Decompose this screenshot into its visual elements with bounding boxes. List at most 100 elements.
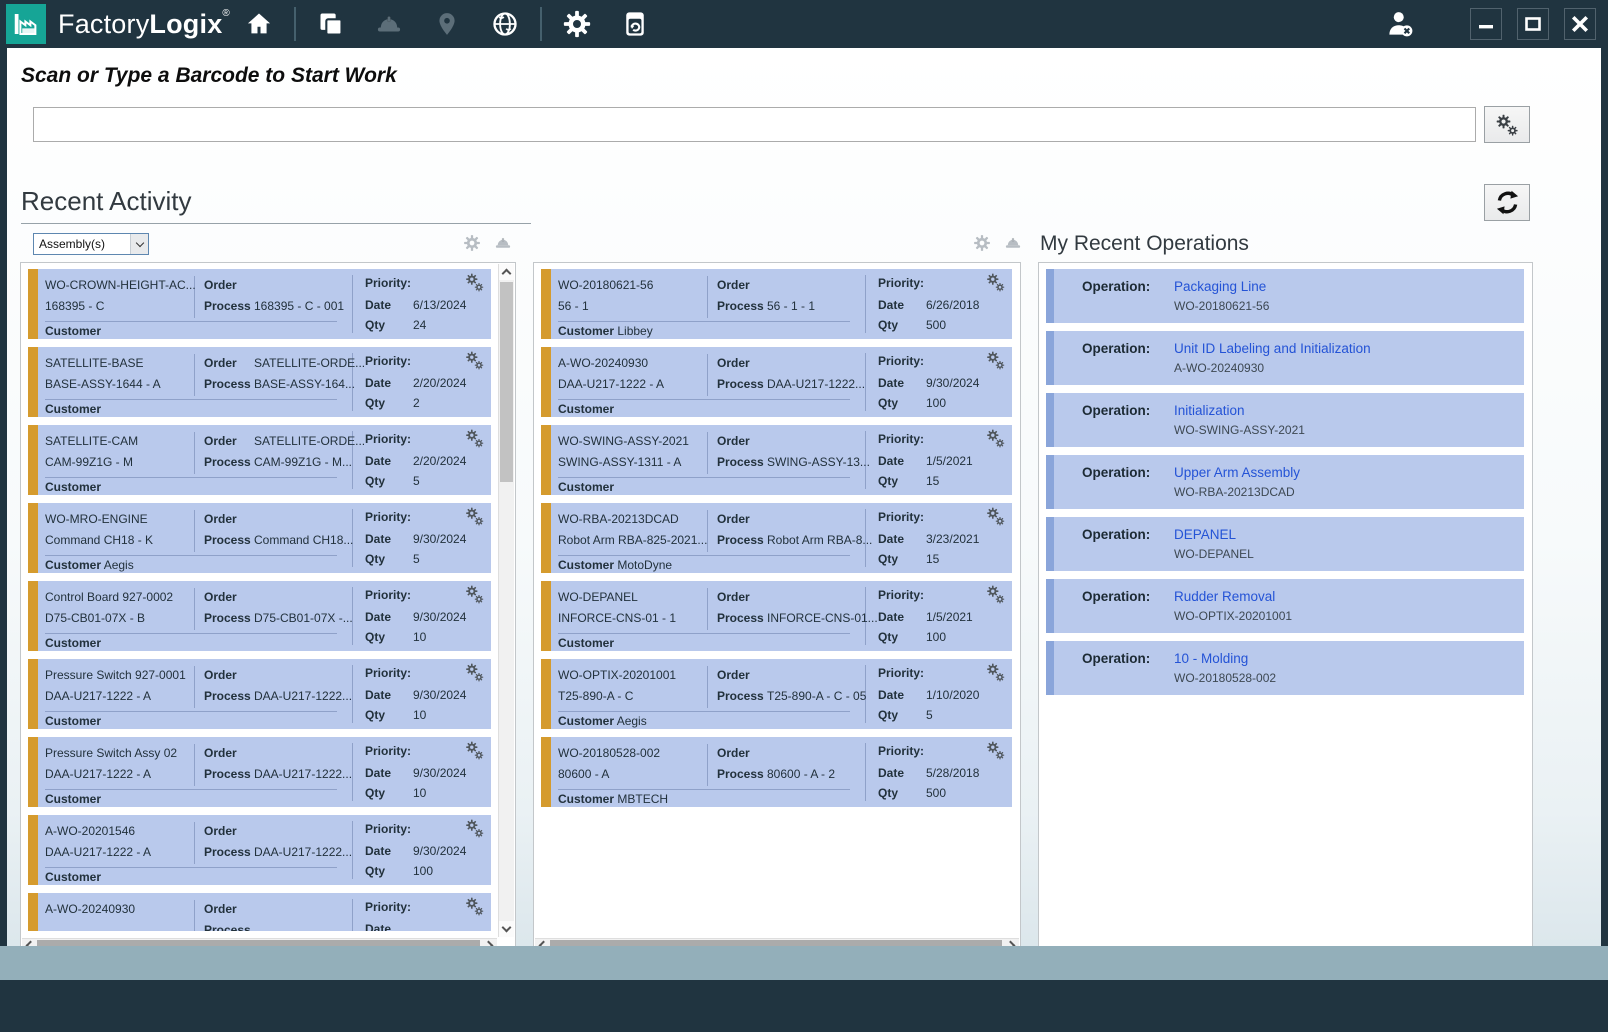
vertical-scrollbar[interactable]: [498, 264, 514, 937]
operation-card[interactable]: Operation:Packaging Line WO-20180621-56: [1046, 269, 1524, 323]
card-settings-gears-icon[interactable]: [463, 740, 487, 764]
operation-label: Operation:: [1082, 279, 1174, 294]
card-settings-gears-icon[interactable]: [463, 662, 487, 686]
work-order-card[interactable]: WO-SWING-ASSY-2021 SWING-ASSY-1311 - A O…: [541, 425, 1012, 495]
activity-filter-select[interactable]: Assembly(s): [33, 233, 149, 255]
barcode-options-button[interactable]: [1484, 106, 1530, 143]
work-order-card[interactable]: A-WO-20201546 DAA-U217-1222 - A Order Pr…: [28, 815, 491, 885]
date-label: Date: [365, 922, 391, 931]
maximize-button[interactable]: [1517, 8, 1549, 40]
close-button[interactable]: [1564, 8, 1596, 40]
operation-link[interactable]: Upper Arm Assembly: [1174, 465, 1300, 480]
process-label: Process: [204, 611, 251, 625]
date-value: 5/28/2018: [926, 766, 979, 780]
column2-toolbar: [973, 234, 1022, 252]
operation-card[interactable]: Operation:Initialization WO-SWING-ASSY-2…: [1046, 393, 1524, 447]
work-order-card[interactable]: Pressure Switch 927-0001 DAA-U217-1222 -…: [28, 659, 491, 729]
customer-label: Customer: [45, 636, 101, 650]
work-order-card[interactable]: Pressure Switch Assy 02 DAA-U217-1222 - …: [28, 737, 491, 807]
work-order-card[interactable]: SATELLITE-BASE BASE-ASSY-1644 - A Order …: [28, 347, 491, 417]
work-order-card[interactable]: A-WO-20240930 DAA-U217-1222 - A Order Pr…: [541, 347, 1012, 417]
process-label: Process: [204, 767, 251, 781]
settings-gear-icon[interactable]: [562, 9, 592, 39]
operation-link[interactable]: Packaging Line: [1174, 279, 1266, 294]
order-label: Order: [717, 278, 750, 292]
work-order-card[interactable]: A-WO-20240930 Order Process Customer Pri…: [28, 893, 491, 931]
date-label: Date: [878, 454, 904, 468]
card-settings-gears-icon[interactable]: [463, 584, 487, 608]
date-label: Date: [878, 376, 904, 390]
operation-card[interactable]: Operation:Upper Arm Assembly WO-RBA-2021…: [1046, 455, 1524, 509]
operation-link[interactable]: Rudder Removal: [1174, 589, 1275, 604]
card-settings-gears-icon[interactable]: [463, 428, 487, 452]
card-settings-gears-icon[interactable]: [984, 350, 1008, 374]
process-value: T25-890-A - C - 05: [767, 689, 866, 703]
work-order-card[interactable]: WO-DEPANEL INFORCE-CNS-01 - 1 Order Proc…: [541, 581, 1012, 651]
work-order-card[interactable]: SATELLITE-CAM CAM-99Z1G - M Order SATELL…: [28, 425, 491, 495]
order-label: Order: [717, 746, 750, 760]
card-settings-gears-icon[interactable]: [463, 506, 487, 530]
date-label: Date: [365, 844, 391, 858]
process-value: DAA-U217-1222...: [254, 845, 352, 859]
scrollbar-thumb[interactable]: [500, 282, 513, 482]
operation-color-bar: [1046, 393, 1054, 447]
card-divider: [558, 711, 850, 712]
qty-value: 500: [926, 786, 946, 800]
wo-name: A-WO-20201546: [45, 824, 135, 838]
work-order-card[interactable]: WO-CROWN-HEIGHT-AC... 168395 - C Order P…: [28, 269, 491, 339]
backup-device-icon[interactable]: [620, 9, 650, 39]
recent-activity-rule: [21, 223, 531, 224]
work-order-card[interactable]: WO-20180528-002 80600 - A Order Process …: [541, 737, 1012, 807]
card-settings-gears-icon[interactable]: [463, 896, 487, 920]
card-settings-gears-icon[interactable]: [984, 506, 1008, 530]
scroll-up-button[interactable]: [499, 264, 514, 280]
qty-label: Qty: [365, 708, 385, 722]
customer-label: Customer: [45, 870, 101, 884]
card-settings-gears-icon[interactable]: [463, 818, 487, 842]
card-divider: [865, 353, 866, 411]
card-settings-gears-icon[interactable]: [984, 740, 1008, 764]
work-order-card[interactable]: WO-OPTIX-20201001 T25-890-A - C Order Pr…: [541, 659, 1012, 729]
home-icon[interactable]: [244, 9, 274, 39]
qty-label: Qty: [878, 786, 898, 800]
work-order-card[interactable]: WO-RBA-20213DCAD Robot Arm RBA-825-2021.…: [541, 503, 1012, 573]
operation-work-order: WO-OPTIX-20201001: [1174, 609, 1524, 623]
date-label: Date: [878, 766, 904, 780]
operation-card[interactable]: Operation:Unit ID Labeling and Initializ…: [1046, 331, 1524, 385]
logout-user-icon[interactable]: [1385, 9, 1415, 39]
process-label: Process: [204, 845, 251, 859]
work-order-card[interactable]: WO-20180621-56 56 - 1 Order Process 56 -…: [541, 269, 1012, 339]
scroll-down-button[interactable]: [499, 921, 514, 937]
operation-card[interactable]: Operation:10 - Molding WO-20180528-002: [1046, 641, 1524, 695]
card-divider: [352, 587, 353, 645]
operation-link[interactable]: 10 - Molding: [1174, 651, 1248, 666]
recent-activity-panel-1: WO-CROWN-HEIGHT-AC... 168395 - C Order P…: [20, 262, 516, 953]
date-label: Date: [365, 532, 391, 546]
work-order-card[interactable]: Control Board 927-0002 D75-CB01-07X - B …: [28, 581, 491, 651]
card-settings-gears-icon[interactable]: [463, 272, 487, 296]
refresh-button[interactable]: [1484, 184, 1530, 221]
card-settings-gears-icon[interactable]: [984, 662, 1008, 686]
minimize-button[interactable]: [1470, 8, 1502, 40]
barcode-input[interactable]: [33, 107, 1476, 142]
card-settings-gears-icon[interactable]: [984, 584, 1008, 608]
card-settings-gears-icon[interactable]: [463, 350, 487, 374]
factorylogix-logo-icon: [6, 4, 46, 44]
operation-link[interactable]: Initialization: [1174, 403, 1245, 418]
wo-assembly-rev: 80600 - A: [558, 767, 609, 781]
wo-name: WO-20180621-56: [558, 278, 653, 292]
operation-link[interactable]: DEPANEL: [1174, 527, 1236, 542]
operation-card[interactable]: Operation:DEPANEL WO-DEPANEL: [1046, 517, 1524, 571]
card-settings-gears-icon[interactable]: [984, 428, 1008, 452]
card-settings-gears-icon[interactable]: [984, 272, 1008, 296]
order-label: Order: [204, 824, 237, 838]
work-order-card[interactable]: WO-MRO-ENGINE Command CH18 - K Order Pro…: [28, 503, 491, 573]
priority-color-bar: [541, 269, 551, 339]
operation-link[interactable]: Unit ID Labeling and Initialization: [1174, 341, 1371, 356]
card-divider: [45, 477, 337, 478]
qty-value: 24: [413, 318, 426, 332]
operation-card[interactable]: Operation:Rudder Removal WO-OPTIX-202010…: [1046, 579, 1524, 633]
wo-name: Pressure Switch Assy 02: [45, 746, 177, 760]
globe-icon[interactable]: [490, 9, 520, 39]
documents-icon[interactable]: [316, 9, 346, 39]
